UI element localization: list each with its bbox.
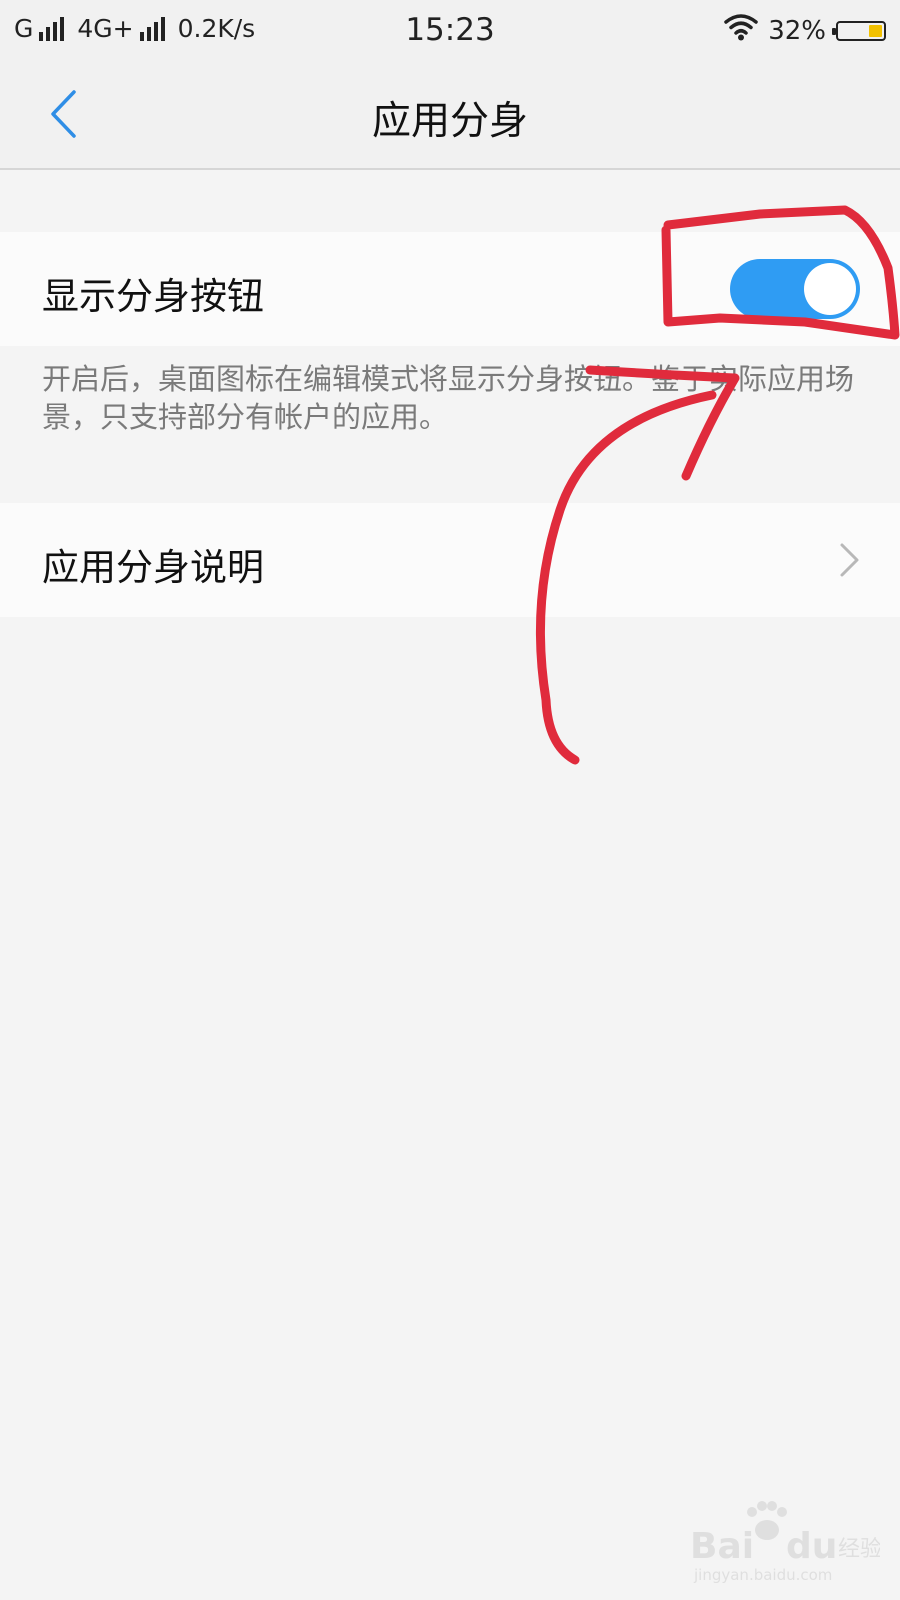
show-clone-button-row: 显示分身按钮 <box>0 232 900 346</box>
baidu-watermark: Bai du 经验 jingyan.baidu.com <box>690 1500 882 1585</box>
setting-description: 开启后，桌面图标在编辑模式将显示分身按钮。鉴于实际应用场景，只支持部分有帐户的应… <box>42 362 855 434</box>
title-bar: 应用分身 <box>0 62 900 170</box>
wifi-icon <box>724 13 758 48</box>
svg-text:经验: 经验 <box>838 1537 880 1562</box>
svg-text:jingyan.baidu.com: jingyan.baidu.com <box>693 1566 832 1584</box>
svg-text:du: du <box>786 1526 837 1567</box>
chevron-right-icon <box>840 543 859 577</box>
show-clone-button-toggle[interactable] <box>730 259 860 319</box>
toggle-knob <box>804 263 856 315</box>
battery-level <box>869 24 882 37</box>
baidu-jingyan-logo: Bai du 经验 jingyan.baidu.com <box>690 1501 882 1584</box>
clone-info-row[interactable]: 应用分身说明 <box>0 503 900 617</box>
page-title: 应用分身 <box>371 99 528 144</box>
svg-text:Bai: Bai <box>690 1526 754 1567</box>
clone-info-label: 应用分身说明 <box>42 546 264 589</box>
status-right: 32% <box>724 13 886 48</box>
show-clone-button-label: 显示分身按钮 <box>42 275 264 318</box>
status-bar: G 4G+ 0.2K/s 15:23 32% <box>0 0 900 62</box>
battery-icon <box>832 20 886 41</box>
battery-percent: 32% <box>768 15 826 46</box>
